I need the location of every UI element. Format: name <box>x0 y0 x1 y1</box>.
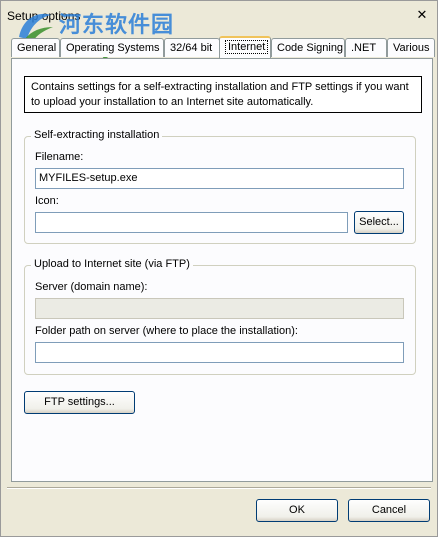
self-extracting-group: Self-extracting installation Filename: M… <box>24 129 416 244</box>
tab-operating-systems[interactable]: Operating Systems <box>60 38 164 57</box>
tab-label: Various <box>393 42 430 54</box>
ok-button[interactable]: OK <box>256 499 338 522</box>
footer-divider <box>7 487 431 489</box>
tab-general[interactable]: General <box>11 38 60 57</box>
window-title: Setup options <box>7 9 81 23</box>
tab-label: Code Signing <box>277 42 344 54</box>
tab-net[interactable]: .NET <box>345 38 387 57</box>
icon-label: Icon: <box>35 195 59 207</box>
tab-strip: General Operating Systems 32/64 bit Inte… <box>11 36 435 58</box>
folder-path-input[interactable] <box>35 342 404 363</box>
tab-label: General <box>17 42 57 54</box>
server-input[interactable] <box>35 298 404 319</box>
tab-various[interactable]: Various <box>387 38 435 57</box>
filename-label: Filename: <box>35 151 84 163</box>
tab-label: .NET <box>351 42 377 54</box>
internet-tab-panel: Contains settings for a self-extracting … <box>11 58 433 482</box>
tab-label: Operating Systems <box>66 42 160 54</box>
tab-code-signing[interactable]: Code Signing <box>271 38 345 57</box>
tab-32-64-bit[interactable]: 32/64 bit <box>164 38 220 57</box>
group-title: Self-extracting installation <box>31 129 163 141</box>
folder-path-label: Folder path on server (where to place th… <box>35 325 298 337</box>
close-button[interactable]: ✕ <box>415 8 429 22</box>
cancel-button[interactable]: Cancel <box>348 499 430 522</box>
tab-internet[interactable]: Internet <box>219 36 271 58</box>
info-description: Contains settings for a self-extracting … <box>24 76 422 113</box>
select-icon-button[interactable]: Select... <box>354 211 404 234</box>
tab-label: 32/64 bit <box>170 42 213 54</box>
title-bar: Setup options ✕ <box>1 1 437 31</box>
server-label: Server (domain name): <box>35 281 148 293</box>
setup-options-dialog: Setup options ✕ 河东软件园 www.pc0359.cn Gene… <box>0 0 438 537</box>
group-title: Upload to Internet site (via FTP) <box>31 258 193 270</box>
tab-label: Internet <box>225 40 269 54</box>
ftp-settings-button[interactable]: FTP settings... <box>24 391 135 414</box>
filename-input[interactable]: MYFILES-setup.exe <box>35 168 404 189</box>
ftp-upload-group: Upload to Internet site (via FTP) Server… <box>24 258 416 375</box>
icon-input[interactable] <box>35 212 348 233</box>
